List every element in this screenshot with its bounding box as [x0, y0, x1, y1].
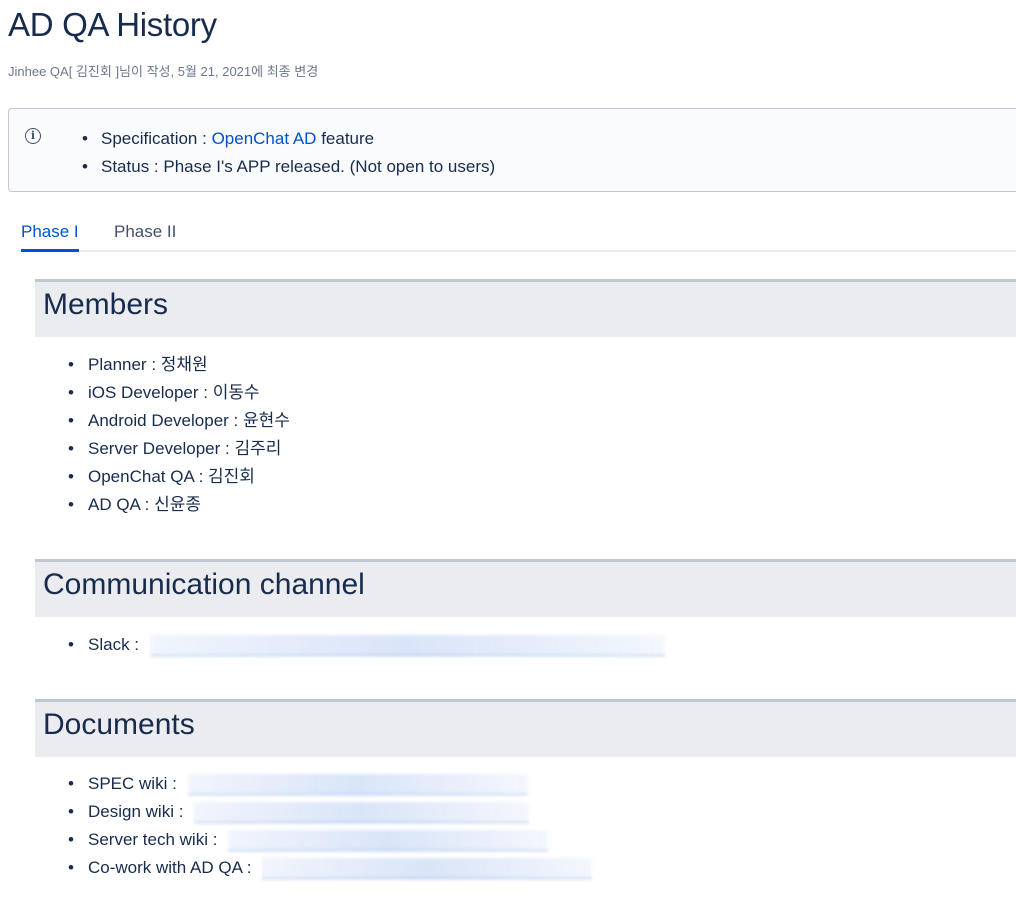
tab-phase-2[interactable]: Phase II [114, 222, 176, 252]
spec-wiki-label: SPEC wiki : [88, 774, 182, 793]
member-item: OpenChat QA : 김진회 [68, 463, 290, 491]
redacted-cowork-link[interactable] [262, 858, 593, 880]
member-item: Server Developer : 김주리 [68, 435, 290, 463]
members-list: Planner : 정채원 iOS Developer : 이동수 Androi… [68, 351, 290, 519]
info-panel: i Specification : OpenChat AD feature St… [8, 108, 1016, 192]
redacted-server-tech-wiki-link[interactable] [228, 830, 549, 852]
spec-label: Specification : [101, 129, 212, 148]
info-item-status: Status : Phase I's APP released. (Not op… [82, 153, 495, 181]
member-item: AD QA : 신윤종 [68, 491, 290, 519]
document-item-design: Design wiki : [68, 798, 592, 826]
redacted-design-wiki-link[interactable] [194, 802, 530, 824]
server-tech-wiki-label: Server tech wiki : [88, 830, 223, 849]
page-byline: Jinhee QA[ 김진회 ]님이 작성, 5월 21, 2021에 최종 변… [8, 61, 318, 80]
redacted-spec-wiki-link[interactable] [187, 774, 528, 796]
communication-list: Slack : [68, 631, 665, 659]
cowork-label: Co-work with AD QA : [88, 858, 257, 877]
redacted-slack-link[interactable] [149, 635, 665, 657]
info-list: Specification : OpenChat AD feature Stat… [82, 125, 495, 181]
communication-heading: Communication channel [43, 568, 365, 601]
spec-suffix: feature [316, 129, 375, 148]
info-icon: i [25, 128, 41, 144]
byline-author[interactable]: 김진회 [72, 64, 115, 79]
openchat-ad-link[interactable]: OpenChat AD [212, 129, 317, 148]
info-item-specification: Specification : OpenChat AD feature [82, 125, 495, 153]
page-title: AD QA History [8, 6, 217, 43]
slack-item: Slack : [68, 631, 665, 659]
phase-tabs: Phase I Phase II [18, 214, 1016, 252]
communication-section-header: Communication channel [35, 559, 1016, 617]
document-item-cowork: Co-work with AD QA : [68, 854, 593, 882]
document-item-server: Server tech wiki : [68, 826, 592, 854]
document-item-spec: SPEC wiki : [68, 770, 592, 798]
byline-prefix: Jinhee QA[ [8, 64, 73, 79]
design-wiki-label: Design wiki : [88, 802, 189, 821]
documents-heading: Documents [43, 708, 195, 741]
member-item: Planner : 정채원 [68, 351, 290, 379]
members-section-header: Members [35, 279, 1016, 337]
member-item: Android Developer : 윤현수 [68, 407, 290, 435]
tab-phase-1[interactable]: Phase I [21, 222, 79, 252]
slack-label: Slack : [88, 635, 144, 654]
member-item: iOS Developer : 이동수 [68, 379, 290, 407]
byline-suffix: ]님이 작성, 5월 21, 2021에 최종 변경 [115, 64, 319, 79]
documents-list: SPEC wiki : Design wiki : Server tech wi… [68, 770, 593, 882]
members-heading: Members [43, 288, 169, 321]
documents-section-header: Documents [35, 699, 1016, 757]
